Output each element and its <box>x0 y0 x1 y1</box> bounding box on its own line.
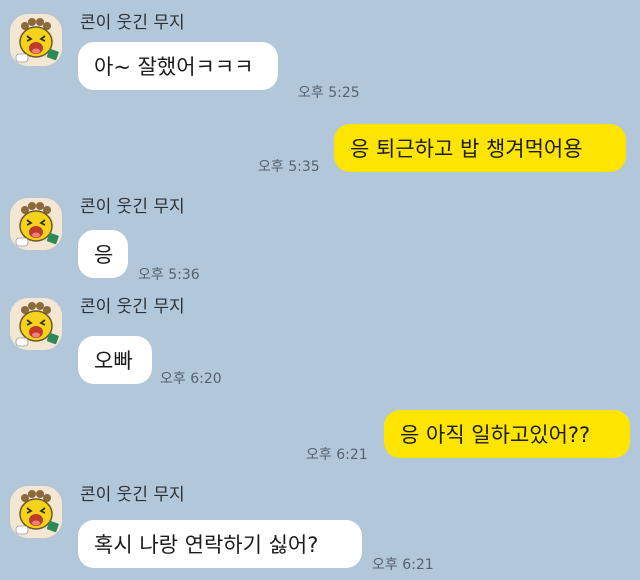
message-bubble[interactable]: 혹시 나랑 연락하기 싫어? <box>78 520 362 568</box>
muzi-laughing-avatar-icon[interactable] <box>10 14 62 66</box>
message-bubble[interactable]: 응 <box>78 230 128 278</box>
sender-name: 콘이 웃긴 무지 <box>80 13 185 33</box>
message-bubble[interactable]: 응 퇴근하고 밥 챙겨먹어용 <box>334 124 626 172</box>
message-bubble[interactable]: 아~ 잘했어ㅋㅋㅋ <box>78 42 278 90</box>
sender-name: 콘이 웃긴 무지 <box>80 297 185 317</box>
message-time: 오후 6:21 <box>306 447 368 463</box>
message-bubble[interactable]: 응 아직 일하고있어?? <box>384 410 630 458</box>
message-time: 오후 6:20 <box>160 371 222 387</box>
muzi-laughing-avatar-icon[interactable] <box>10 486 62 538</box>
message-time: 오후 5:36 <box>138 267 200 283</box>
message-time: 오후 5:35 <box>258 159 320 175</box>
message-bubble[interactable]: 오빠 <box>78 336 152 384</box>
muzi-laughing-avatar-icon[interactable] <box>10 198 62 250</box>
muzi-laughing-avatar-icon[interactable] <box>10 298 62 350</box>
message-time: 오후 5:25 <box>298 85 360 101</box>
message-time: 오후 6:21 <box>372 557 434 573</box>
sender-name: 콘이 웃긴 무지 <box>80 197 185 217</box>
sender-name: 콘이 웃긴 무지 <box>80 485 185 505</box>
